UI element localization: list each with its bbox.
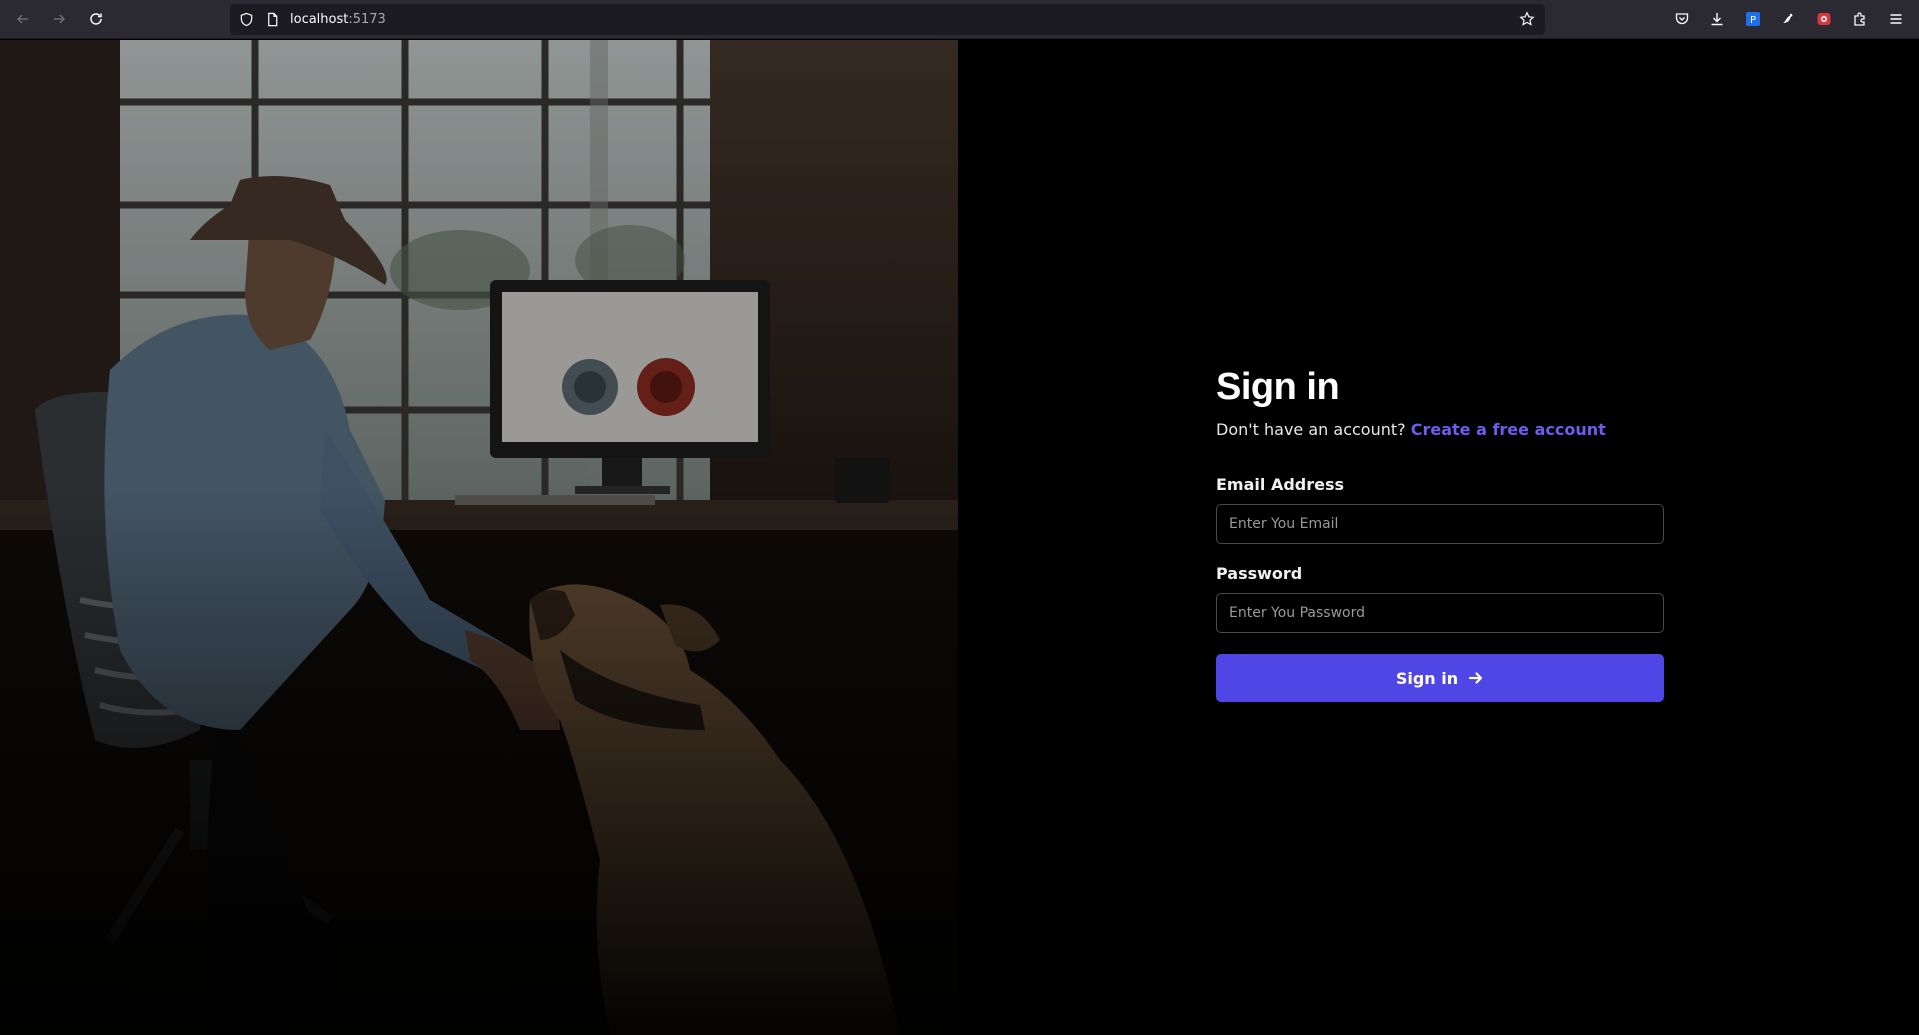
- back-icon[interactable]: [12, 8, 34, 30]
- arrow-right-icon: [1469, 672, 1483, 684]
- create-account-link[interactable]: Create a free account: [1411, 420, 1606, 439]
- shield-icon[interactable]: [238, 12, 254, 28]
- extension-p-icon[interactable]: P: [1743, 9, 1763, 29]
- url-host: localhost: [290, 12, 349, 27]
- svg-text:P: P: [1750, 15, 1756, 26]
- man-at-desk-with-dog-photo: [0, 40, 958, 1035]
- browser-toolbar: localhost:5173 P: [0, 0, 1919, 39]
- signin-button[interactable]: Sign in: [1216, 654, 1664, 702]
- email-field[interactable]: [1216, 504, 1664, 544]
- hamburger-menu-icon[interactable]: [1886, 9, 1906, 29]
- page-title: Sign in: [1216, 366, 1340, 408]
- forward-icon[interactable]: [48, 8, 70, 30]
- signup-prompt-text: Don't have an account?: [1216, 420, 1406, 439]
- signup-prompt: Don't have an account? Create a free acc…: [1216, 420, 1664, 439]
- extension-red-icon[interactable]: [1814, 9, 1834, 29]
- pocket-icon[interactable]: [1672, 9, 1692, 29]
- signin-form: Sign in Don't have an account? Create a …: [1216, 362, 1664, 702]
- signin-button-label: Sign in: [1395, 668, 1459, 688]
- password-field[interactable]: [1216, 593, 1664, 633]
- email-label: Email Address: [1216, 475, 1345, 494]
- url-port: :5173: [348, 12, 386, 27]
- extension-bird-icon[interactable]: [1778, 9, 1798, 29]
- password-label: Password: [1216, 564, 1303, 583]
- puzzle-icon[interactable]: [1850, 9, 1870, 29]
- hero-photo: [0, 40, 958, 1035]
- url-text[interactable]: localhost:5173: [290, 12, 386, 27]
- star-icon[interactable]: [1519, 11, 1537, 29]
- reload-icon[interactable]: [85, 8, 107, 30]
- address-bar[interactable]: localhost:5173: [230, 4, 1545, 35]
- download-icon[interactable]: [1707, 9, 1727, 29]
- page-icon[interactable]: [264, 12, 280, 28]
